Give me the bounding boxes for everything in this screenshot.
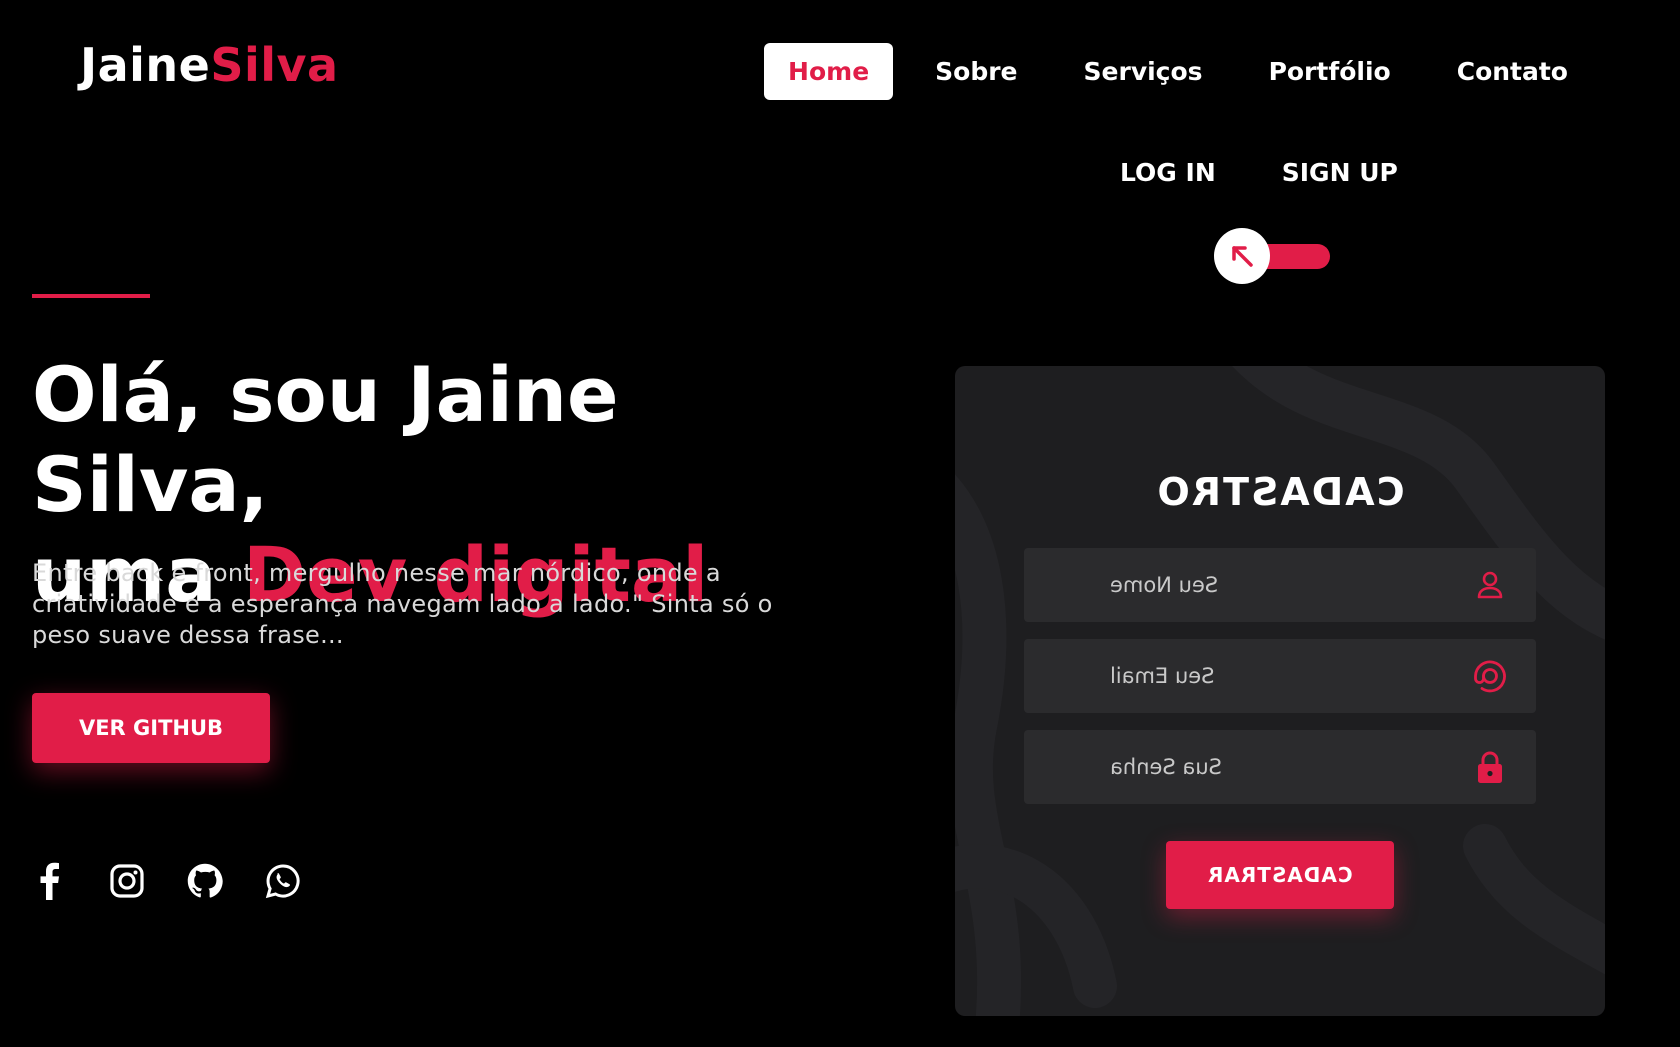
signup-submit-button[interactable]: CADASTRAR [1166, 841, 1394, 909]
brand-second: Silva [210, 38, 339, 92]
nav-home[interactable]: Home [764, 43, 894, 100]
password-input[interactable] [1024, 730, 1536, 804]
email-input[interactable] [1024, 639, 1536, 713]
user-icon [1477, 571, 1503, 599]
name-field [1024, 548, 1536, 622]
github-icon [187, 863, 223, 898]
instagram-link[interactable] [108, 862, 146, 900]
signup-link[interactable]: SIGN UP [1282, 158, 1398, 187]
toggle-knob[interactable] [1214, 228, 1270, 284]
view-github-button[interactable]: VER GITHUB [32, 693, 270, 763]
lock-icon [1478, 751, 1502, 783]
nav-contato[interactable]: Contato [1433, 43, 1592, 100]
field-icon-email [1472, 658, 1508, 694]
whatsapp-link[interactable] [264, 862, 302, 900]
nav-sobre[interactable]: Sobre [911, 43, 1041, 100]
email-field [1024, 639, 1536, 713]
password-field [1024, 730, 1536, 804]
facebook-link[interactable] [30, 862, 68, 900]
instagram-icon [110, 864, 144, 898]
form-toggle[interactable] [1214, 228, 1330, 284]
at-sign-icon [1474, 660, 1506, 693]
signup-submit-label: CADASTRAR [1207, 863, 1353, 887]
nav-portfolio[interactable]: Portfólio [1245, 43, 1415, 100]
brand-first: Jaine [80, 38, 211, 92]
arrow-up-left-icon [1232, 246, 1253, 267]
hero-description: Entre back e front, mergulho nesse mar n… [32, 559, 773, 649]
hero-title-line1: Olá, sou Jaine Silva, [32, 350, 619, 529]
social-links [30, 862, 302, 900]
brand-logo[interactable]: JaineSilva [80, 38, 339, 92]
signup-card: CADASTRO CADASTRAR [955, 366, 1605, 1016]
whatsapp-icon [265, 864, 300, 899]
main-nav: Home Sobre Serviços Portfólio Contato [764, 43, 1592, 100]
form-title: CADASTRO [1155, 470, 1405, 514]
field-icon-name [1472, 567, 1508, 603]
github-link[interactable] [186, 862, 224, 900]
login-link[interactable]: LOG IN [1120, 158, 1216, 187]
auth-links: LOG IN SIGN UP [1120, 158, 1398, 187]
name-input[interactable] [1024, 548, 1536, 622]
facebook-icon [40, 862, 59, 900]
nav-servicos[interactable]: Serviços [1060, 43, 1227, 100]
field-icon-password [1472, 749, 1508, 785]
hero-accent-line [32, 294, 150, 298]
